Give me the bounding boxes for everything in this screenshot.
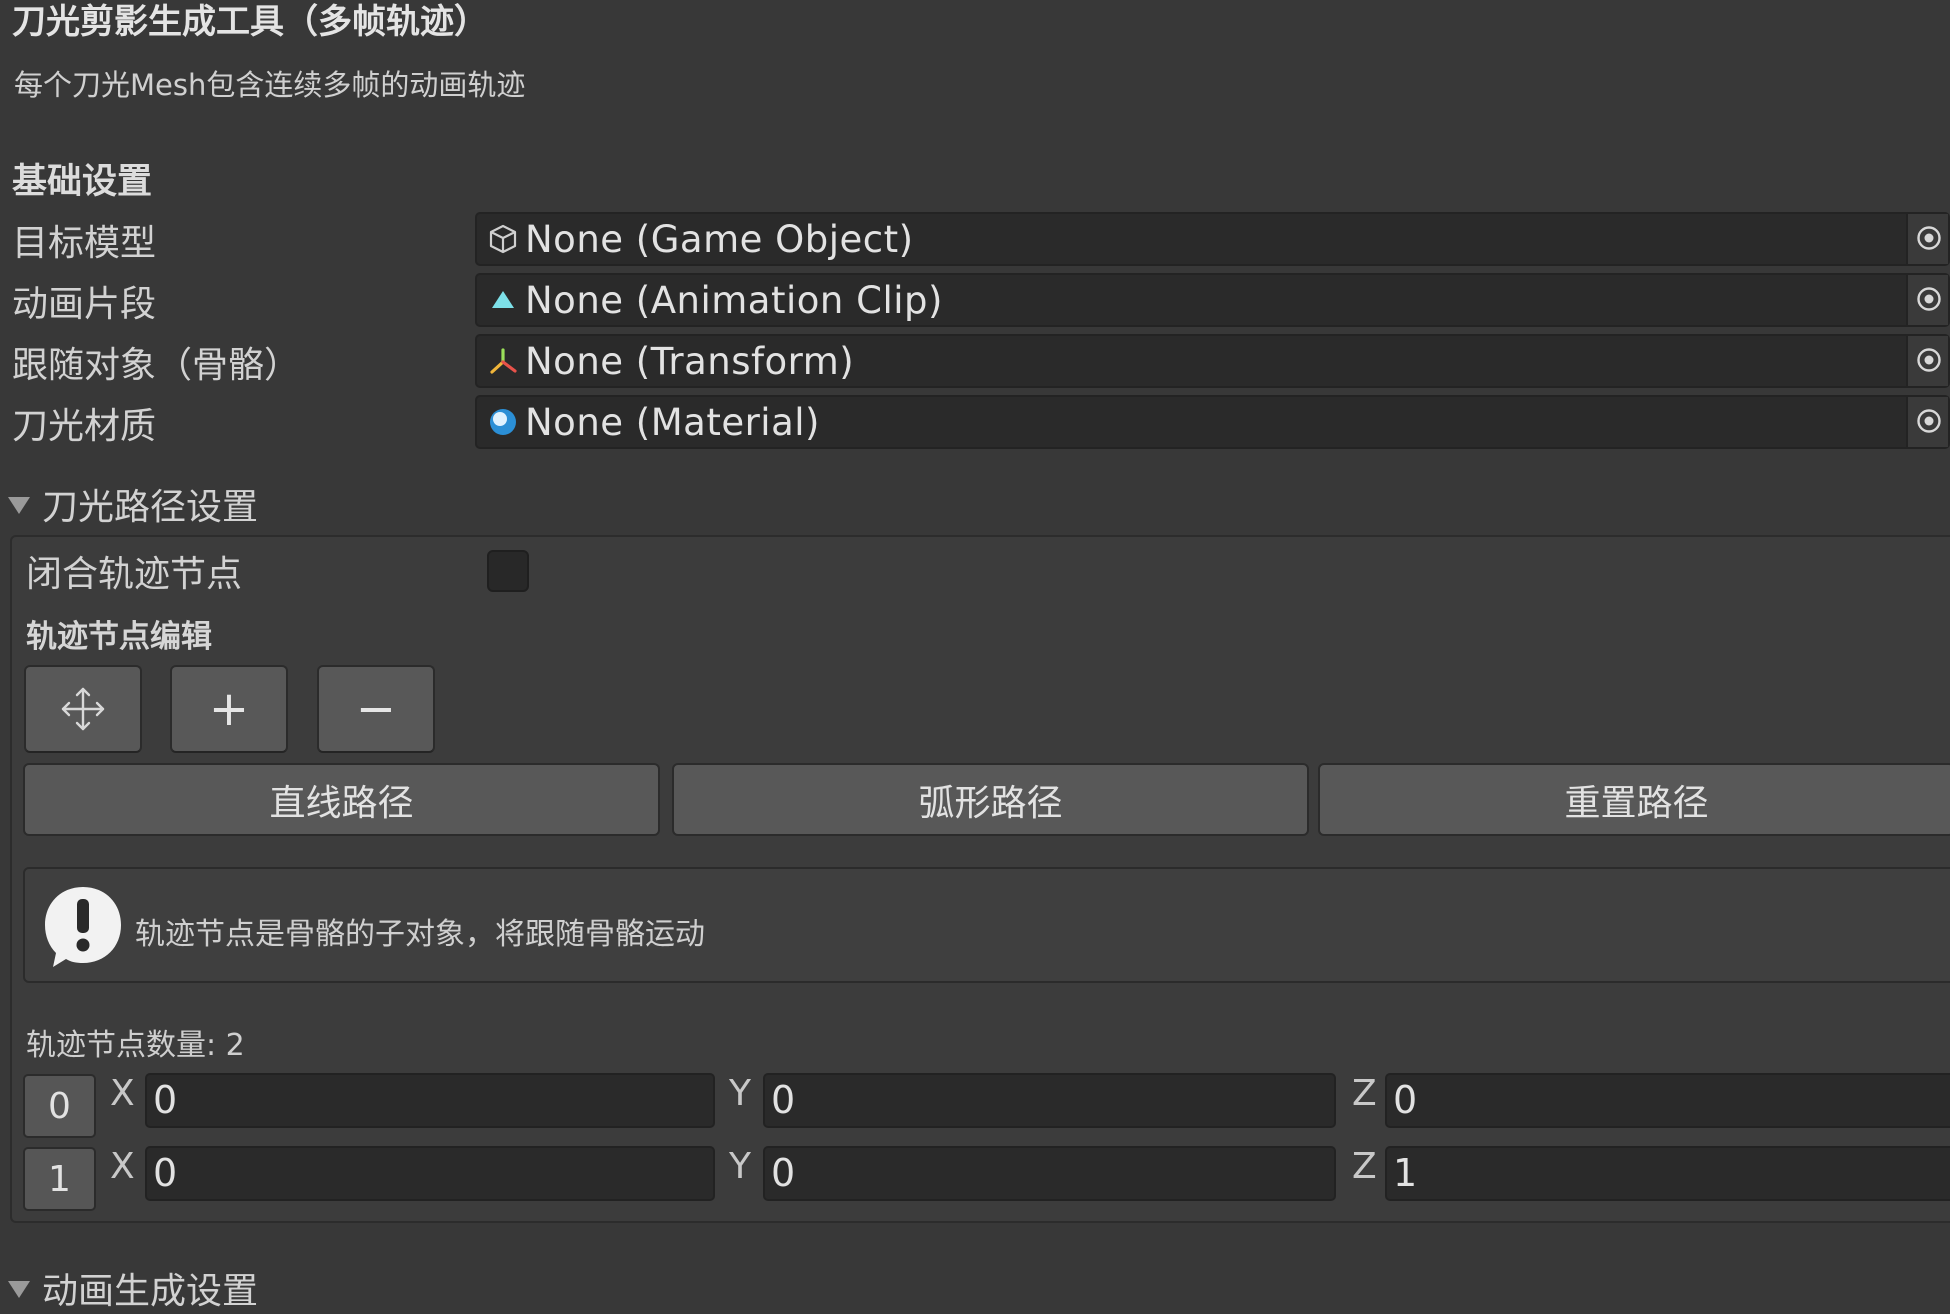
section-basic-settings: 基础设置 <box>12 162 153 202</box>
tool-subtitle: 每个刀光Mesh包含连续多帧的动画轨迹 <box>14 68 526 102</box>
node-0-y-field[interactable]: 0 <box>763 1073 1336 1128</box>
target-model-field[interactable]: None (Game Object) <box>475 212 1950 266</box>
object-picker-icon <box>1917 409 1941 433</box>
arc-path-button[interactable]: 弧形路径 <box>672 763 1309 836</box>
node-1-y-field[interactable]: 0 <box>763 1146 1336 1201</box>
tool-title: 刀光剪影生成工具（多帧轨迹） <box>12 2 488 42</box>
move-tool-icon <box>61 687 105 731</box>
animation-clip-icon <box>487 284 519 316</box>
target-model-label: 目标模型 <box>12 223 157 264</box>
move-node-button[interactable] <box>24 665 142 753</box>
info-bubble-icon <box>41 883 125 975</box>
add-node-button[interactable]: + <box>170 665 288 753</box>
closed-path-toggle[interactable] <box>487 550 529 592</box>
object-picker-button[interactable] <box>1906 336 1948 386</box>
foldout-arrow-icon <box>8 1280 30 1298</box>
node-edit-heading: 轨迹节点编辑 <box>26 619 212 655</box>
node-0-x-field[interactable]: 0 <box>145 1073 715 1128</box>
animation-settings-foldout[interactable]: 动画生成设置 <box>8 1262 258 1314</box>
path-settings-foldout[interactable]: 刀光路径设置 <box>8 478 258 530</box>
object-picker-icon <box>1917 348 1941 372</box>
axis-z-label: Z <box>1352 1146 1377 1187</box>
animation-clip-field[interactable]: None (Animation Clip) <box>475 273 1950 327</box>
follow-bone-value: None (Transform) <box>525 340 855 383</box>
blade-material-field[interactable]: None (Material) <box>475 395 1950 449</box>
node-1-x-field[interactable]: 0 <box>145 1146 715 1201</box>
path-settings-label: 刀光路径设置 <box>42 487 259 528</box>
node-count-label: 轨迹节点数量: 2 <box>26 1028 245 1063</box>
node-index-1[interactable]: 1 <box>23 1147 96 1211</box>
object-picker-button[interactable] <box>1906 275 1948 325</box>
reset-path-button[interactable]: 重置路径 <box>1318 763 1950 836</box>
node-index-0[interactable]: 0 <box>23 1074 96 1138</box>
material-sphere-icon <box>487 406 519 438</box>
axis-x-label: X <box>110 1146 135 1187</box>
blade-material-value: None (Material) <box>525 401 820 444</box>
transform-axes-icon <box>487 345 519 377</box>
object-picker-button[interactable] <box>1906 214 1948 264</box>
foldout-arrow-icon <box>8 496 30 514</box>
blade-material-label: 刀光材质 <box>12 406 157 447</box>
target-model-value: None (Game Object) <box>525 218 914 261</box>
axis-x-label: X <box>110 1073 135 1114</box>
axis-y-label: Y <box>729 1146 751 1187</box>
object-picker-button[interactable] <box>1906 397 1948 447</box>
info-helpbox: 轨迹节点是骨骼的子对象，将跟随骨骼运动 <box>23 867 1950 983</box>
object-picker-icon <box>1917 226 1941 250</box>
follow-bone-label: 跟随对象（骨骼） <box>12 345 301 386</box>
axis-z-label: Z <box>1352 1073 1377 1114</box>
node-1-z-field[interactable]: 1 <box>1385 1146 1950 1201</box>
axis-y-label: Y <box>729 1073 751 1114</box>
animation-clip-value: None (Animation Clip) <box>525 279 943 322</box>
closed-path-label: 闭合轨迹节点 <box>26 554 243 595</box>
object-picker-icon <box>1917 287 1941 311</box>
straight-path-button[interactable]: 直线路径 <box>23 763 660 836</box>
remove-node-button[interactable]: − <box>317 665 435 753</box>
follow-bone-field[interactable]: None (Transform) <box>475 334 1950 388</box>
animation-settings-label: 动画生成设置 <box>42 1271 259 1312</box>
animation-clip-label: 动画片段 <box>12 284 157 325</box>
node-0-z-field[interactable]: 0 <box>1385 1073 1950 1128</box>
help-message: 轨迹节点是骨骼的子对象，将跟随骨骼运动 <box>135 917 705 952</box>
gameobject-cube-icon <box>487 223 519 255</box>
